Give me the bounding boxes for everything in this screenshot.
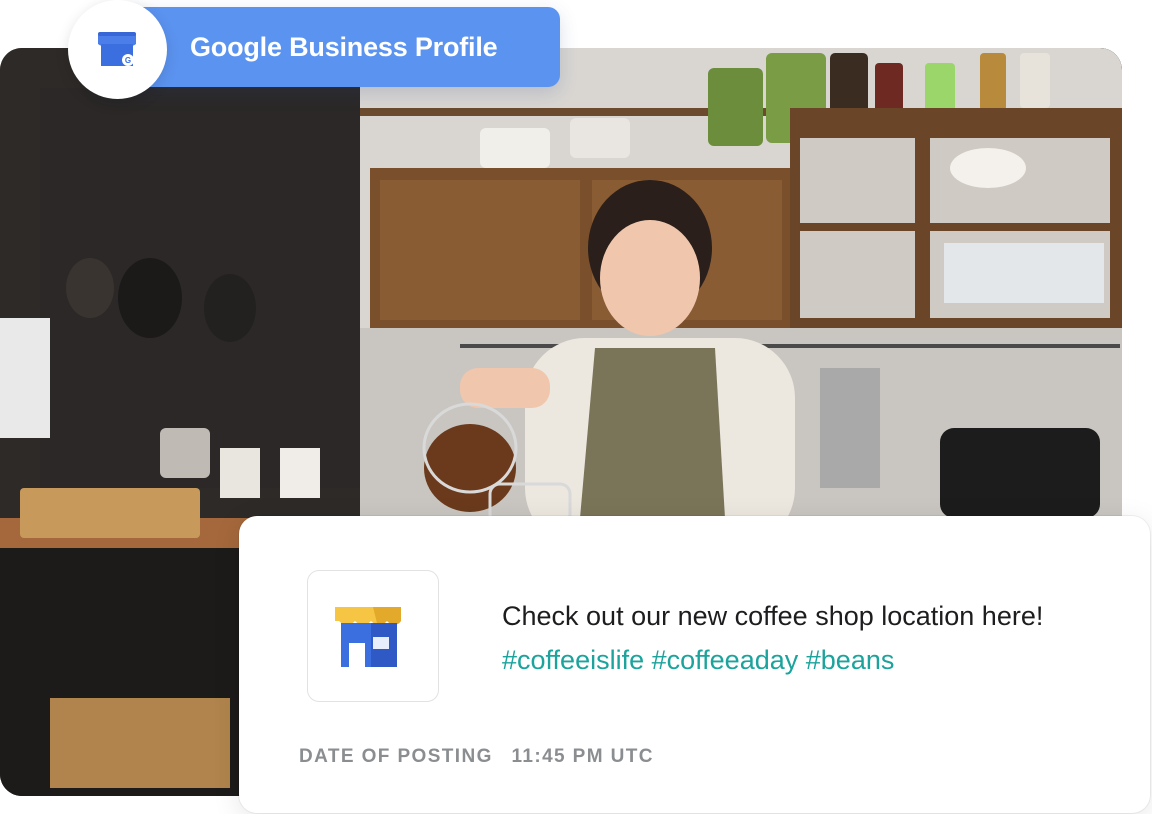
hashtag-link[interactable]: #coffeeislife xyxy=(502,645,644,675)
posting-time: 11:45 PM UTC xyxy=(511,746,654,767)
post-thumbnail xyxy=(307,570,439,702)
date-label: DATE OF POSTING xyxy=(299,746,493,767)
posting-date: DATE OF POSTING 11:45 PM UTC xyxy=(299,746,654,768)
post-body: Check out our new coffee shop location h… xyxy=(502,601,1044,631)
svg-text:G: G xyxy=(125,56,131,65)
hashtag-link[interactable]: #beans xyxy=(806,645,895,675)
badge-logo-circle: G xyxy=(68,0,167,99)
hashtag-link[interactable]: #coffeeaday xyxy=(652,645,799,675)
post-card: Check out our new coffee shop location h… xyxy=(239,516,1150,813)
storefront-icon: G xyxy=(98,32,136,66)
badge-label: Google Business Profile xyxy=(190,32,498,62)
storefront-icon xyxy=(335,607,401,667)
post-text: Check out our new coffee shop location h… xyxy=(502,594,1102,682)
